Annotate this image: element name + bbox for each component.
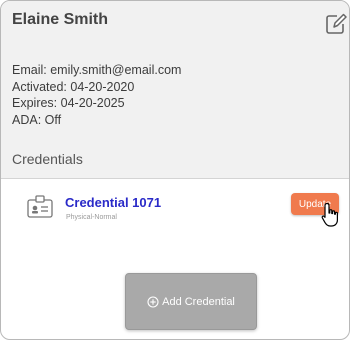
add-credential-label: Add Credential — [162, 295, 235, 308]
ada-text: ADA: Off — [12, 112, 62, 127]
add-credential-button[interactable]: Add Credential — [125, 273, 257, 330]
edit-icon[interactable] — [325, 13, 347, 35]
expires-text: Expires: 04-20-2025 — [12, 96, 125, 110]
user-name: Elaine Smith — [12, 11, 109, 28]
hand-pointer-icon — [321, 202, 341, 228]
plus-circle-icon — [147, 295, 159, 308]
activated-text: Activated: 04-20-2020 — [12, 79, 135, 94]
email-text: Email: emily.smith@email.com — [12, 63, 182, 77]
user-info-panel: Elaine Smith Email: emily.smith@email.co… — [1, 1, 349, 179]
user-card: Elaine Smith Email: emily.smith@email.co… — [0, 0, 350, 340]
user-details: Email: emily.smith@email.com Activated: … — [12, 62, 181, 128]
credential-type: Physical-Normal — [66, 214, 117, 221]
credentials-heading: Credentials — [12, 151, 83, 167]
id-badge-icon — [27, 194, 53, 218]
credential-title[interactable]: Credential 1071 — [65, 195, 161, 210]
